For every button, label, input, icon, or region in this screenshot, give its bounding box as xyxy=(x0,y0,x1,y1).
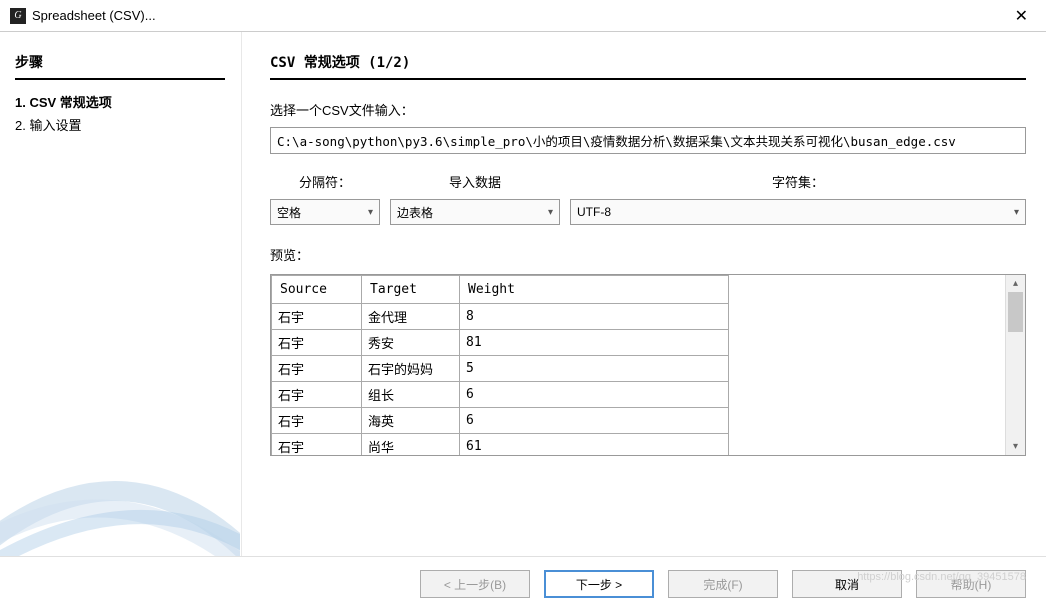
chevron-down-icon: ▾ xyxy=(1014,207,1019,218)
table-header-row: Source Target Weight xyxy=(272,276,729,304)
close-icon[interactable]: ✕ xyxy=(1007,4,1036,28)
table-row[interactable]: 石宇秀安81 xyxy=(272,330,729,356)
preview-scrollbar[interactable]: ▴ ▾ xyxy=(1005,275,1025,455)
col-weight[interactable]: Weight xyxy=(460,276,729,304)
table-cell: 石宇 xyxy=(272,356,362,382)
main-area: 步骤 1. CSV 常规选项 2. 输入设置 CSV 常规选项 (1/2) 选择… xyxy=(0,32,1046,556)
import-as-label: 导入数据 xyxy=(390,172,560,191)
panel-title: CSV 常规选项 (1/2) xyxy=(270,52,1026,72)
table-cell: 石宇 xyxy=(272,382,362,408)
table-cell: 6 xyxy=(460,382,729,408)
separator-select[interactable]: 空格 ▾ xyxy=(270,199,380,225)
step-label: 输入设置 xyxy=(29,118,81,133)
separator-value: 空格 xyxy=(277,204,301,221)
sidebar-divider xyxy=(15,78,225,80)
content-panel: CSV 常规选项 (1/2) 选择一个CSV文件输入： 分隔符： 空格 ▾ 导入… xyxy=(240,32,1046,556)
titlebar: G Spreadsheet (CSV)... ✕ xyxy=(0,0,1046,32)
table-cell: 81 xyxy=(460,330,729,356)
panel-divider xyxy=(270,78,1026,80)
file-input-label: 选择一个CSV文件输入： xyxy=(270,100,1026,119)
separator-label: 分隔符： xyxy=(270,172,380,191)
table-cell: 石宇 xyxy=(272,330,362,356)
scroll-down-icon[interactable]: ▾ xyxy=(1013,438,1018,455)
help-button: 帮助(H) xyxy=(916,570,1026,598)
table-row[interactable]: 石宇尚华61 xyxy=(272,434,729,456)
table-cell: 尚华 xyxy=(362,434,460,456)
scroll-up-icon[interactable]: ▴ xyxy=(1013,275,1018,292)
chevron-down-icon: ▾ xyxy=(368,207,373,218)
table-cell: 秀安 xyxy=(362,330,460,356)
table-row[interactable]: 石宇海英6 xyxy=(272,408,729,434)
window-title: Spreadsheet (CSV)... xyxy=(32,8,1007,23)
import-as-value: 边表格 xyxy=(397,204,433,221)
table-cell: 6 xyxy=(460,408,729,434)
options-row: 分隔符： 空格 ▾ 导入数据 边表格 ▾ 字符集： UTF-8 ▾ xyxy=(270,172,1026,225)
table-row[interactable]: 石宇石宇的妈妈5 xyxy=(272,356,729,382)
charset-value: UTF-8 xyxy=(577,205,611,219)
table-cell: 石宇 xyxy=(272,304,362,330)
step-index: 2. xyxy=(15,118,26,133)
import-as-select[interactable]: 边表格 ▾ xyxy=(390,199,560,225)
table-cell: 8 xyxy=(460,304,729,330)
table-row[interactable]: 石宇金代理8 xyxy=(272,304,729,330)
chevron-down-icon: ▾ xyxy=(548,207,553,218)
preview-container: Source Target Weight 石宇金代理8石宇秀安81石宇石宇的妈妈… xyxy=(270,274,1026,456)
table-cell: 石宇 xyxy=(272,408,362,434)
step-item-input-settings[interactable]: 2. 输入设置 xyxy=(15,113,225,136)
sidebar-heading: 步骤 xyxy=(15,52,225,72)
step-list: 1. CSV 常规选项 2. 输入设置 xyxy=(15,90,225,136)
app-icon: G xyxy=(10,8,26,24)
scrollbar-track[interactable] xyxy=(1006,292,1025,438)
step-label: CSV 常规选项 xyxy=(29,95,111,110)
table-row[interactable]: 石宇组长6 xyxy=(272,382,729,408)
finish-button: 完成(F) xyxy=(668,570,778,598)
sidebar-decoration xyxy=(0,396,240,556)
col-source[interactable]: Source xyxy=(272,276,362,304)
table-cell: 海英 xyxy=(362,408,460,434)
preview-label: 预览： xyxy=(270,245,1026,264)
scrollbar-thumb[interactable] xyxy=(1008,292,1023,332)
back-button: < 上一步(B) xyxy=(420,570,530,598)
table-cell: 石宇的妈妈 xyxy=(362,356,460,382)
table-cell: 石宇 xyxy=(272,434,362,456)
table-cell: 组长 xyxy=(362,382,460,408)
step-index: 1. xyxy=(15,95,26,110)
table-cell: 61 xyxy=(460,434,729,456)
sidebar: 步骤 1. CSV 常规选项 2. 输入设置 xyxy=(0,32,240,556)
next-button[interactable]: 下一步 > xyxy=(544,570,654,598)
file-path-input[interactable] xyxy=(270,127,1026,154)
step-item-csv-options[interactable]: 1. CSV 常规选项 xyxy=(15,90,225,113)
charset-select[interactable]: UTF-8 ▾ xyxy=(570,199,1026,225)
cancel-button[interactable]: 取消 xyxy=(792,570,902,598)
footer-buttons: < 上一步(B) 下一步 > 完成(F) 取消 帮助(H) xyxy=(0,556,1046,611)
table-cell: 5 xyxy=(460,356,729,382)
table-cell: 金代理 xyxy=(362,304,460,330)
col-target[interactable]: Target xyxy=(362,276,460,304)
preview-table: Source Target Weight 石宇金代理8石宇秀安81石宇石宇的妈妈… xyxy=(271,275,729,455)
charset-label: 字符集： xyxy=(570,172,1026,191)
